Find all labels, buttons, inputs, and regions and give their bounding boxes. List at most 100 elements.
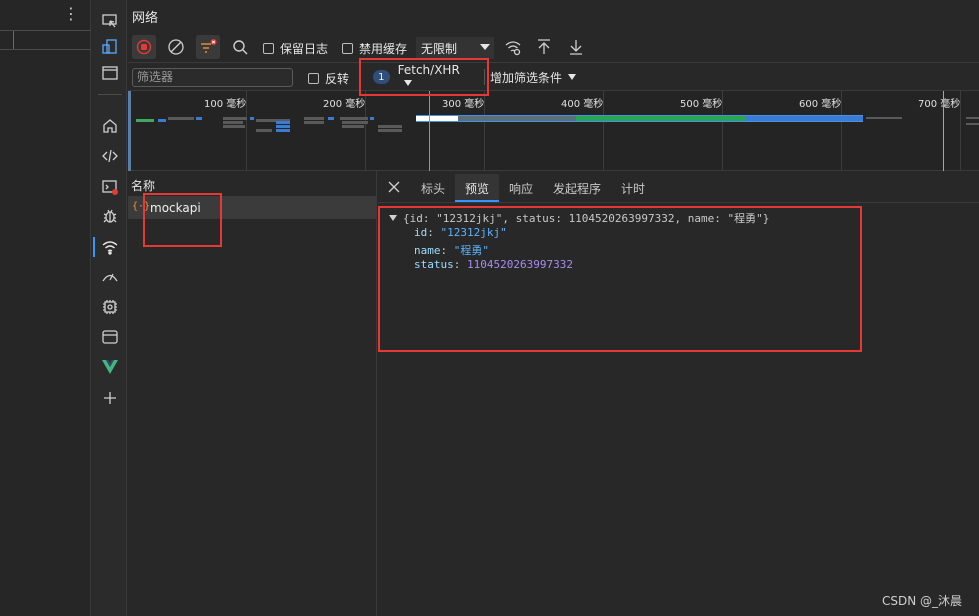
- tab-initiator[interactable]: 发起程序: [553, 180, 601, 197]
- timeline-bar: [370, 117, 374, 120]
- timeline-bar: [416, 115, 863, 116]
- timeline-bar: [342, 125, 364, 128]
- export-har-icon[interactable]: [564, 35, 588, 59]
- throttle-value: 无限制: [421, 41, 458, 56]
- throttle-select[interactable]: 无限制: [416, 37, 494, 59]
- json-field-row[interactable]: name: "程勇": [414, 242, 489, 258]
- chevron-down-icon: [568, 74, 577, 80]
- timeline-bar: [276, 121, 290, 124]
- vue-devtools-icon[interactable]: [92, 355, 127, 379]
- request-row[interactable]: {·} mockapi: [128, 197, 377, 219]
- timeline-bar: [223, 125, 245, 128]
- tab-timing[interactable]: 计时: [621, 180, 645, 197]
- disable-cache-checkbox[interactable]: 禁用缓存: [342, 40, 407, 57]
- network-conditions-icon[interactable]: [501, 35, 525, 59]
- chevron-down-icon: [403, 80, 412, 86]
- record-button[interactable]: [132, 35, 156, 59]
- json-field-row[interactable]: id: "12312jkj": [414, 226, 507, 239]
- request-detail: 标头 预览 响应 发起程序 计时 {id: "12312jkj", status…: [378, 171, 979, 616]
- timeline-bar: [328, 117, 334, 120]
- tick-label: 600 毫秒: [799, 99, 842, 110]
- home-icon[interactable]: [92, 114, 127, 138]
- inspect-element-icon[interactable]: [92, 9, 127, 33]
- timeline-bar: [966, 117, 979, 119]
- panel-title: 网络: [132, 11, 159, 26]
- network-panel: 网络 保留日志 禁用缓存 无限制 筛选器 反转 1 Fetch/XHR 增加筛选…: [128, 0, 979, 616]
- detail-tabs: 标头 预览 响应 发起程序 计时: [378, 171, 979, 203]
- search-icon[interactable]: [228, 35, 252, 59]
- json-summary: {id: "12312jkj", status: 110452026399733…: [403, 212, 770, 225]
- invert-checkbox[interactable]: 反转: [308, 70, 349, 87]
- timeline-bar: [378, 125, 402, 128]
- tick-label: 200 毫秒: [323, 99, 366, 110]
- preserve-log-label: 保留日志: [280, 42, 329, 56]
- timeline-overview[interactable]: 100 毫秒 200 毫秒 300 毫秒 400 毫秒 500 毫秒 600 毫…: [128, 90, 979, 171]
- tab-preview[interactable]: 预览: [465, 180, 489, 197]
- timeline-bar: [378, 129, 402, 132]
- checkbox[interactable]: [342, 43, 353, 54]
- json-field-row[interactable]: status: 1104520263997332: [414, 258, 573, 271]
- expand-triangle-icon[interactable]: [389, 215, 397, 221]
- close-icon[interactable]: [386, 179, 402, 195]
- add-filter-button[interactable]: 增加筛选条件: [490, 69, 577, 86]
- load-event-marker: [943, 91, 944, 171]
- json-key: name: [414, 244, 441, 257]
- timeline-bar: [276, 129, 290, 132]
- timeline-bar: [342, 121, 368, 124]
- chevron-down-icon: [480, 44, 490, 50]
- network-toolbar: 保留日志 禁用缓存 无限制: [128, 33, 979, 61]
- divider: [13, 31, 14, 49]
- tick-label: 400 毫秒: [561, 99, 604, 110]
- elements-icon[interactable]: [92, 144, 127, 168]
- console-icon[interactable]: [92, 175, 127, 199]
- preserve-log-checkbox[interactable]: 保留日志: [263, 40, 328, 57]
- tick-label: 300 毫秒: [442, 99, 485, 110]
- tab-response[interactable]: 响应: [509, 180, 533, 197]
- device-emulation-icon[interactable]: [92, 35, 127, 59]
- inspected-page-pane: ⋮: [0, 0, 91, 616]
- network-wifi-icon[interactable]: [92, 235, 127, 259]
- timeline-bar: [304, 117, 324, 120]
- resource-type-filter[interactable]: 1 Fetch/XHR: [368, 63, 468, 87]
- request-name: mockapi: [150, 201, 201, 215]
- xhr-icon: {·}: [132, 201, 151, 212]
- json-root-row[interactable]: {id: "12312jkj", status: 110452026399733…: [389, 210, 769, 226]
- filter-count-badge: 1: [373, 70, 390, 84]
- timeline-bar: [168, 117, 194, 120]
- performance-icon[interactable]: [92, 265, 127, 289]
- timeline-start-handle[interactable]: [128, 91, 131, 171]
- checkbox[interactable]: [308, 73, 319, 84]
- filter-toggle-icon[interactable]: [196, 35, 220, 59]
- memory-chip-icon[interactable]: [92, 295, 127, 319]
- checkbox[interactable]: [263, 43, 274, 54]
- add-tool-icon[interactable]: [92, 386, 127, 410]
- timeline-bar: [136, 119, 154, 122]
- timeline-bar: [196, 117, 202, 120]
- tick-label: 500 毫秒: [680, 99, 723, 110]
- divider: [98, 94, 122, 95]
- import-har-icon[interactable]: [532, 35, 556, 59]
- more-options-icon[interactable]: ⋮: [63, 4, 79, 24]
- disable-cache-label: 禁用缓存: [359, 42, 408, 56]
- timeline-bar: [158, 119, 166, 122]
- timeline-bar: [966, 123, 979, 125]
- welcome-icon[interactable]: [92, 61, 127, 85]
- resource-type-label: Fetch/XHR: [398, 63, 468, 91]
- tab-headers[interactable]: 标头: [421, 180, 445, 197]
- name-column-header[interactable]: 名称: [128, 171, 377, 197]
- clear-icon[interactable]: [164, 35, 188, 59]
- tick-label: 700 毫秒: [918, 99, 961, 110]
- sources-bug-icon[interactable]: [92, 204, 127, 228]
- name-column-label: 名称: [131, 179, 156, 193]
- application-icon[interactable]: [92, 325, 127, 349]
- timeline-bar: [866, 117, 902, 119]
- filter-input[interactable]: 筛选器: [132, 68, 293, 87]
- json-key: id: [414, 226, 428, 239]
- timeline-bar: [256, 129, 272, 132]
- panel-title-bar: 网络: [128, 0, 979, 30]
- request-list: 名称 {·} mockapi: [128, 171, 377, 616]
- timeline-bar: [304, 121, 324, 124]
- timeline-bar: [340, 117, 368, 120]
- timeline-bar: [416, 121, 863, 122]
- json-number-value: 1104520263997332: [467, 258, 573, 271]
